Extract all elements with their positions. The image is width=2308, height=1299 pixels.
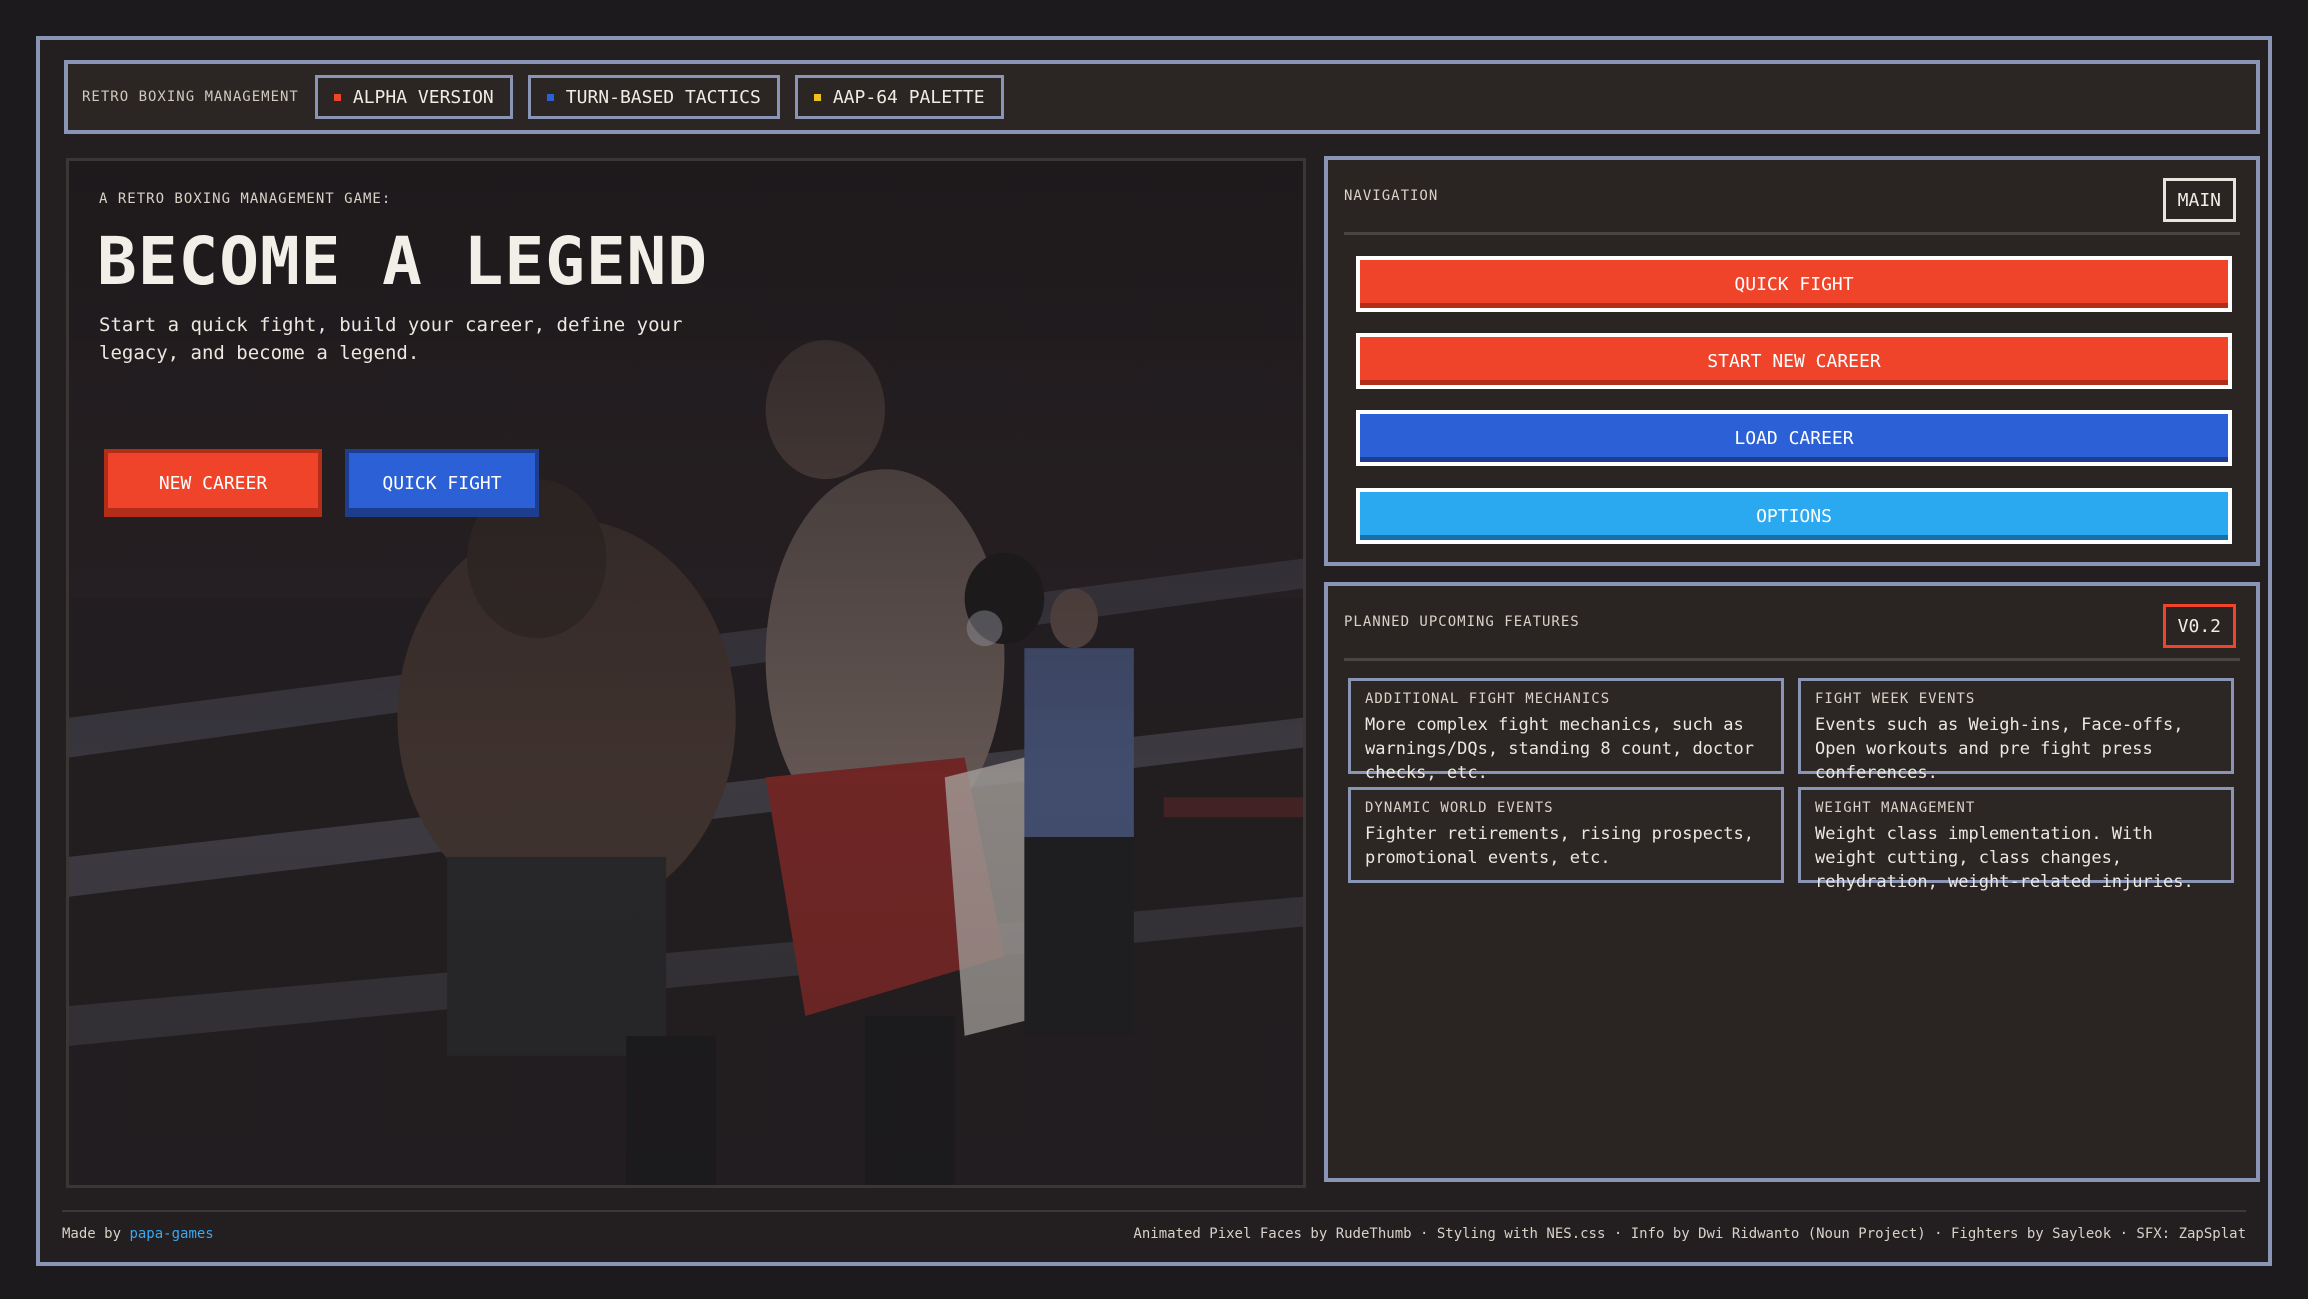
brand-label: RETRO BOXING MANAGEMENT <box>82 89 299 105</box>
feature-body: Fighter retirements, rising prospects, p… <box>1365 824 1754 868</box>
feature-card: DYNAMIC WORLD EVENTS Fighter retirements… <box>1348 787 1784 883</box>
quick-fight-button[interactable]: QUICK FIGHT <box>345 449 539 517</box>
top-bar: RETRO BOXING MANAGEMENT ALPHA VERSION TU… <box>64 60 2260 134</box>
hero-eyebrow: A RETRO BOXING MANAGEMENT GAME: <box>99 191 392 207</box>
feature-body: Weight class implementation. With weight… <box>1815 824 2194 892</box>
navigation-title: NAVIGATION <box>1344 188 1439 204</box>
red-dot-icon <box>333 93 341 101</box>
features-title: PLANNED UPCOMING FEATURES <box>1344 614 1580 630</box>
main-badge: MAIN <box>2162 178 2236 222</box>
tag-label: AAP-64 PALETTE <box>832 86 985 108</box>
footer-divider <box>62 1210 2246 1212</box>
hero-section: A RETRO BOXING MANAGEMENT GAME: BECOME A… <box>66 158 1306 1188</box>
footer-made-by: Made by papa-games <box>62 1226 214 1242</box>
feature-body: Events such as Weigh-ins, Face-offs, Ope… <box>1815 715 2184 783</box>
feature-card: WEIGHT MANAGEMENT Weight class implement… <box>1798 787 2234 892</box>
tag-alpha-version: ALPHA VERSION <box>314 75 513 119</box>
tag-label: ALPHA VERSION <box>352 86 494 108</box>
feature-title: FIGHT WEEK EVENTS <box>1815 691 1976 707</box>
tag-label: TURN-BASED TACTICS <box>565 86 761 108</box>
version-badge: V0.2 <box>2162 604 2236 648</box>
feature-title: ADDITIONAL FIGHT MECHANICS <box>1365 691 1611 707</box>
nav-options-button[interactable]: OPTIONS <box>1356 488 2232 544</box>
nav-quick-fight-button[interactable]: QUICK FIGHT <box>1356 256 2232 312</box>
divider <box>1344 232 2240 235</box>
feature-card: ADDITIONAL FIGHT MECHANICS More complex … <box>1348 678 1784 783</box>
tag-turn-based-tactics: TURN-BASED TACTICS <box>527 75 780 119</box>
feature-title: DYNAMIC WORLD EVENTS <box>1365 800 1554 816</box>
feature-body: More complex fight mechanics, such as wa… <box>1365 715 1754 783</box>
feature-title: WEIGHT MANAGEMENT <box>1815 800 1976 816</box>
divider <box>1344 658 2240 661</box>
app-frame: RETRO BOXING MANAGEMENT ALPHA VERSION TU… <box>36 36 2272 1266</box>
nav-load-career-button[interactable]: LOAD CAREER <box>1356 410 2232 466</box>
navigation-panel: NAVIGATION MAIN QUICK FIGHT START NEW CA… <box>1324 156 2260 566</box>
footer-credits: Animated Pixel Faces by RudeThumb · Styl… <box>1133 1226 2246 1242</box>
made-by-prefix: Made by <box>62 1226 122 1242</box>
feature-card: FIGHT WEEK EVENTS Events such as Weigh-i… <box>1798 678 2234 783</box>
blue-dot-icon <box>546 93 554 101</box>
new-career-button[interactable]: NEW CAREER <box>104 449 322 517</box>
hero-content: A RETRO BOXING MANAGEMENT GAME: BECOME A… <box>69 161 1303 1185</box>
papa-games-link[interactable]: papa-games <box>129 1226 213 1242</box>
hero-description: Start a quick fight, build your career, … <box>99 314 683 364</box>
hero-headline: BECOME A LEGEND <box>97 223 709 300</box>
features-panel: PLANNED UPCOMING FEATURES V0.2 ADDITIONA… <box>1324 582 2260 1182</box>
tag-aap64-palette: AAP-64 PALETTE <box>794 75 1004 119</box>
nav-start-new-career-button[interactable]: START NEW CAREER <box>1356 333 2232 389</box>
yellow-dot-icon <box>813 93 821 101</box>
